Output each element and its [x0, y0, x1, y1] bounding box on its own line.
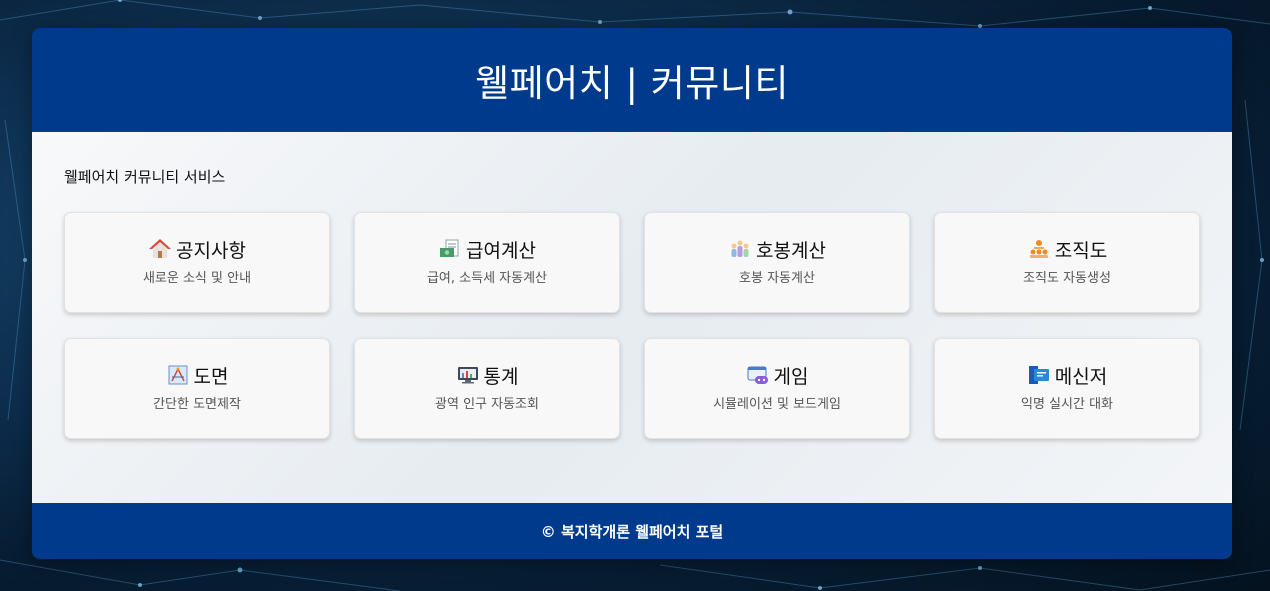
card-subtitle: 급여, 소득세 자동계산 — [426, 270, 548, 286]
people-group-icon — [728, 237, 752, 261]
card-subtitle: 호봉 자동계산 — [739, 270, 815, 286]
card-title: 통계 — [483, 365, 519, 388]
card-blueprint[interactable]: 도면 간단한 도면제작 — [64, 338, 330, 439]
card-subtitle: 익명 실시간 대화 — [1021, 396, 1113, 412]
card-title: 급여계산 — [466, 239, 536, 262]
page-header: 웰페어치 | 커뮤니티 — [32, 28, 1232, 132]
house-icon — [148, 237, 172, 261]
service-grid: 공지사항 새로운 소식 및 안내 급여계산 급여, 소득세 자동계산 호봉계산 … — [64, 212, 1200, 439]
card-org-chart[interactable]: 조직도 조직도 자동생성 — [934, 212, 1200, 313]
card-title: 호봉계산 — [756, 239, 826, 262]
card-subtitle: 광역 인구 자동조회 — [435, 396, 539, 412]
stats-monitor-icon — [456, 363, 480, 387]
money-receipt-icon — [438, 237, 462, 261]
card-title: 메신저 — [1054, 365, 1108, 388]
card-statistics[interactable]: 통계 광역 인구 자동조회 — [354, 338, 620, 439]
card-messenger[interactable]: 메신저 익명 실시간 대화 — [934, 338, 1200, 439]
card-salary[interactable]: 급여계산 급여, 소득세 자동계산 — [354, 212, 620, 313]
page-footer: © 복지학개론 웰페어치 포털 — [32, 503, 1232, 559]
section-title: 웰페어치 커뮤니티 서비스 — [64, 168, 226, 186]
card-subtitle: 새로운 소식 및 안내 — [142, 270, 252, 286]
org-chart-icon — [1027, 237, 1051, 261]
card-pay-grade[interactable]: 호봉계산 호봉 자동계산 — [644, 212, 910, 313]
card-notice[interactable]: 공지사항 새로운 소식 및 안내 — [64, 212, 330, 313]
main-content: 웰페어치 커뮤니티 서비스 공지사항 새로운 소식 및 안내 급여계산 급여, … — [32, 132, 1232, 503]
card-title: 조직도 — [1054, 239, 1108, 262]
card-title: 도면 — [193, 365, 229, 388]
card-subtitle: 간단한 도면제작 — [153, 396, 241, 412]
game-controller-icon — [746, 363, 770, 387]
footer-text: © 복지학개론 웰페어치 포털 — [540, 522, 724, 541]
page-title: 웰페어치 | 커뮤니티 — [475, 62, 789, 105]
card-subtitle: 조직도 자동생성 — [1023, 270, 1111, 286]
card-title: 게임 — [773, 365, 809, 388]
card-title: 공지사항 — [176, 239, 246, 262]
portal-panel: 웰페어치 | 커뮤니티 웰페어치 커뮤니티 서비스 공지사항 새로운 소식 및 … — [32, 28, 1232, 559]
messenger-icon — [1027, 363, 1051, 387]
blueprint-icon — [166, 363, 190, 387]
card-game[interactable]: 게임 시뮬레이션 및 보드게임 — [644, 338, 910, 439]
card-subtitle: 시뮬레이션 및 보드게임 — [713, 396, 841, 412]
